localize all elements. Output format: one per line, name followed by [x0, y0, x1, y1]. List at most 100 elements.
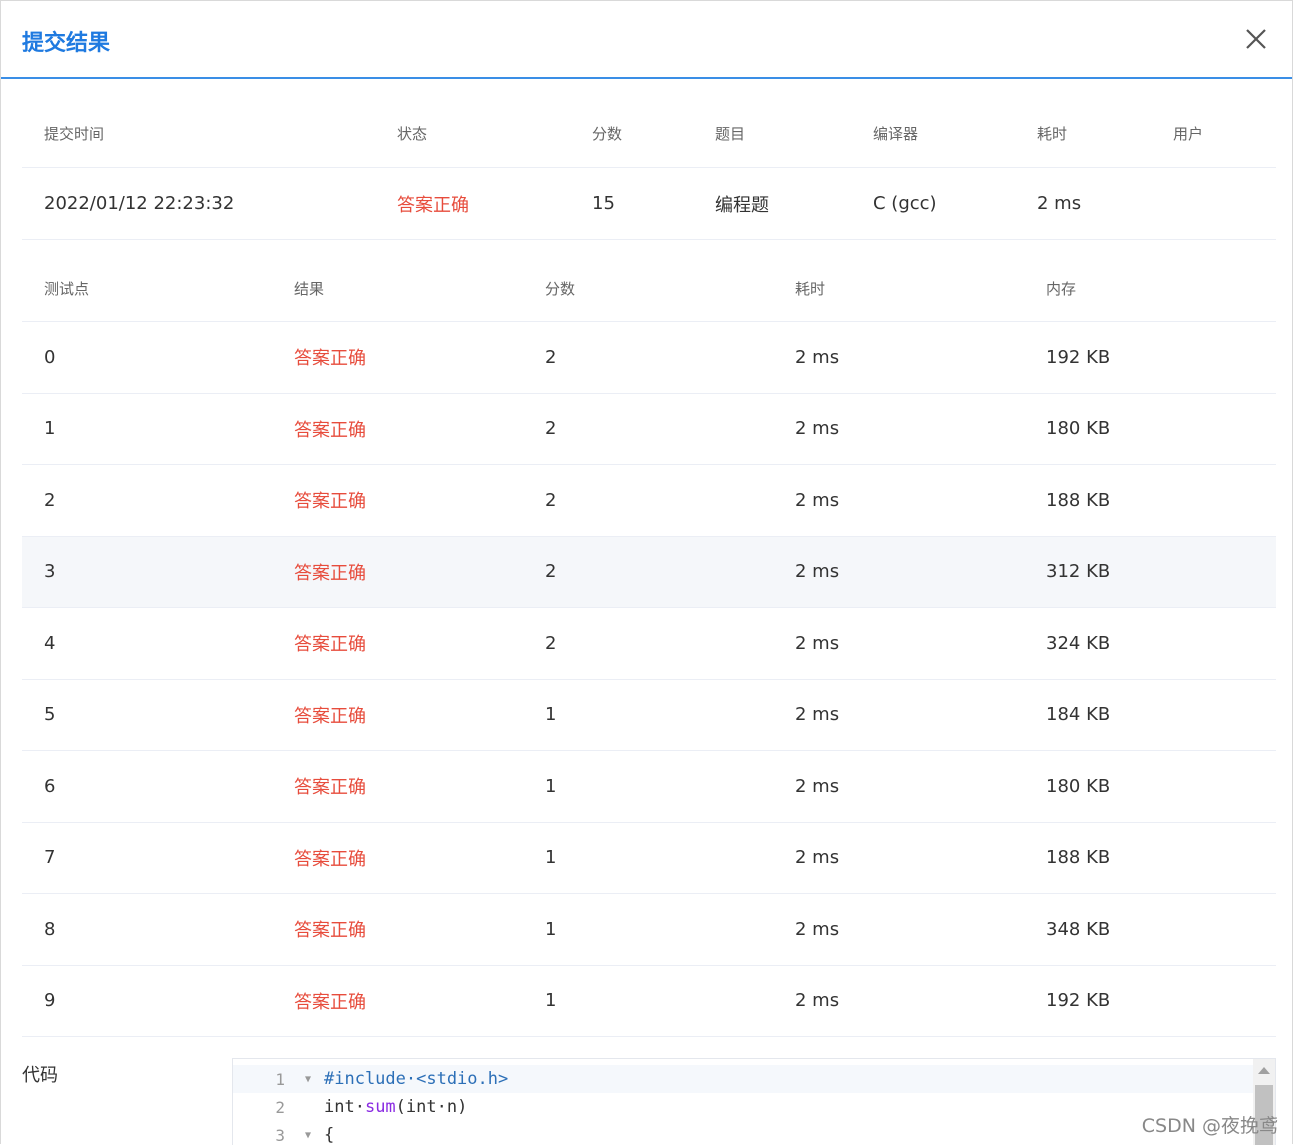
test-memory: 324 KB [1046, 632, 1111, 654]
test-point-id: 4 [44, 632, 56, 654]
test-result: 答案正确 [294, 562, 366, 584]
test-time: 2 ms [795, 489, 840, 511]
test-memory: 348 KB [1046, 918, 1111, 940]
header-status: 状态 [397, 125, 428, 143]
test-score: 1 [545, 775, 557, 797]
test-result: 答案正确 [294, 491, 366, 513]
header-result: 结果 [294, 279, 325, 298]
test-score: 1 [545, 990, 557, 1012]
close-icon[interactable] [1244, 27, 1268, 51]
table-row[interactable]: 8 答案正确 1 2 ms 348 KB [22, 894, 1276, 966]
cases-header-row: 测试点 结果 分数 耗时 内存 [22, 255, 1276, 322]
header-case-time: 耗时 [795, 279, 826, 298]
test-score: 2 [545, 346, 557, 368]
test-time: 2 ms [795, 561, 840, 583]
header-submit-time: 提交时间 [44, 125, 105, 143]
table-row[interactable]: 6 答案正确 1 2 ms 180 KB [22, 751, 1276, 823]
cases-body: 0 答案正确 2 2 ms 192 KB 1 答案正确 2 2 ms 180 KB 2 答案正确 2 2 … [22, 322, 1276, 1037]
header-test-point: 测试点 [44, 279, 90, 298]
test-memory: 192 KB [1046, 346, 1111, 368]
test-cases-table: 测试点 结果 分数 耗时 内存 0 答案正确 2 2 ms 192 KB 1 答案正确 2 2 … [22, 255, 1276, 1037]
submission-status: 答案正确 [397, 194, 469, 216]
problem-link[interactable]: 编程题 [715, 168, 769, 239]
header-problem: 题目 [715, 125, 746, 143]
summary-table: 提交时间 状态 分数 题目 编译器 耗时 用户 2022/01/12 22:23… [22, 100, 1276, 240]
table-row[interactable]: 5 答案正确 1 2 ms 184 KB [22, 680, 1276, 751]
table-row[interactable]: 1 答案正确 2 2 ms 180 KB [22, 394, 1276, 465]
test-time: 2 ms [795, 418, 840, 440]
line-number: 3 [275, 1126, 285, 1145]
test-time: 2 ms [795, 346, 840, 368]
test-memory: 188 KB [1046, 847, 1111, 869]
dialog-header: 提交结果 [1, 1, 1292, 79]
test-point-id: 0 [44, 346, 56, 368]
header-case-score: 分数 [545, 279, 576, 298]
test-memory: 180 KB [1046, 775, 1111, 797]
fold-arrow-icon[interactable]: ▼ [305, 1130, 311, 1141]
test-score: 2 [545, 561, 557, 583]
test-point-id: 8 [44, 918, 56, 940]
compiler-name: C (gcc) [873, 193, 937, 214]
line-number: 1 [275, 1070, 285, 1089]
test-result: 答案正确 [294, 920, 366, 942]
test-memory: 312 KB [1046, 561, 1111, 583]
summary-header-row: 提交时间 状态 分数 题目 编译器 耗时 用户 [22, 100, 1276, 168]
test-time: 2 ms [795, 918, 840, 940]
test-time: 2 ms [795, 704, 840, 726]
submission-result-dialog: 提交结果 提交时间 状态 分数 题目 编译器 耗时 用户 2022/01/12 … [0, 0, 1293, 1145]
test-score: 1 [545, 847, 557, 869]
line-number: 2 [275, 1098, 285, 1117]
table-row[interactable]: 0 答案正确 2 2 ms 192 KB [22, 322, 1276, 394]
test-result: 答案正确 [294, 419, 366, 441]
summary-row: 2022/01/12 22:23:32 答案正确 15 编程题 C (gcc) … [22, 168, 1276, 240]
test-result: 答案正确 [294, 848, 366, 870]
test-score: 2 [545, 632, 557, 654]
test-result: 答案正确 [294, 705, 366, 727]
test-score: 2 [545, 489, 557, 511]
test-score: 2 [545, 418, 557, 440]
test-time: 2 ms [795, 847, 840, 869]
scroll-up-arrow-icon[interactable] [1258, 1067, 1270, 1074]
test-result: 答案正确 [294, 777, 366, 799]
test-point-id: 1 [44, 418, 56, 440]
test-score: 1 [545, 704, 557, 726]
test-result: 答案正确 [294, 348, 366, 370]
header-compiler: 编译器 [873, 125, 919, 143]
submit-time: 2022/01/12 22:23:32 [44, 193, 235, 214]
code-line[interactable]: 3 ▼ { [233, 1121, 1275, 1145]
table-row[interactable]: 2 答案正确 2 2 ms 188 KB [22, 465, 1276, 537]
test-point-id: 7 [44, 847, 56, 869]
code-text: { [324, 1125, 335, 1145]
test-result: 答案正确 [294, 991, 366, 1013]
header-memory: 内存 [1046, 279, 1077, 298]
test-memory: 192 KB [1046, 990, 1111, 1012]
test-point-id: 3 [44, 561, 56, 583]
test-result: 答案正确 [294, 634, 366, 656]
code-text: #include·<stdio.h> [324, 1069, 509, 1089]
test-point-id: 9 [44, 990, 56, 1012]
code-editor[interactable]: 1 ▼ #include·<stdio.h> 2 int·sum(int·n) … [232, 1058, 1276, 1145]
table-row[interactable]: 7 答案正确 1 2 ms 188 KB [22, 823, 1276, 894]
code-text: int·sum(int·n) [324, 1097, 468, 1117]
test-score: 1 [545, 918, 557, 940]
code-line[interactable]: 2 int·sum(int·n) [233, 1093, 1275, 1121]
watermark: CSDN @夜挽鸢 [1141, 1115, 1278, 1137]
test-point-id: 5 [44, 704, 56, 726]
dialog-title: 提交结果 [22, 31, 111, 56]
table-row[interactable]: 4 答案正确 2 2 ms 324 KB [22, 608, 1276, 680]
code-label: 代码 [22, 1065, 58, 1086]
test-time: 2 ms [795, 775, 840, 797]
test-time: 2 ms [795, 632, 840, 654]
function-name: sum [364, 1097, 396, 1117]
code-line[interactable]: 1 ▼ #include·<stdio.h> [233, 1065, 1275, 1093]
test-time: 2 ms [795, 990, 840, 1012]
submission-score: 15 [592, 193, 615, 214]
test-memory: 180 KB [1046, 418, 1111, 440]
table-row[interactable]: 9 答案正确 1 2 ms 192 KB [22, 966, 1276, 1037]
table-row[interactable]: 3 答案正确 2 2 ms 312 KB [22, 536, 1276, 608]
fold-arrow-icon[interactable]: ▼ [305, 1074, 311, 1085]
test-memory: 188 KB [1046, 489, 1111, 511]
test-memory: 184 KB [1046, 704, 1111, 726]
header-duration: 耗时 [1037, 125, 1068, 143]
header-score: 分数 [592, 125, 623, 143]
